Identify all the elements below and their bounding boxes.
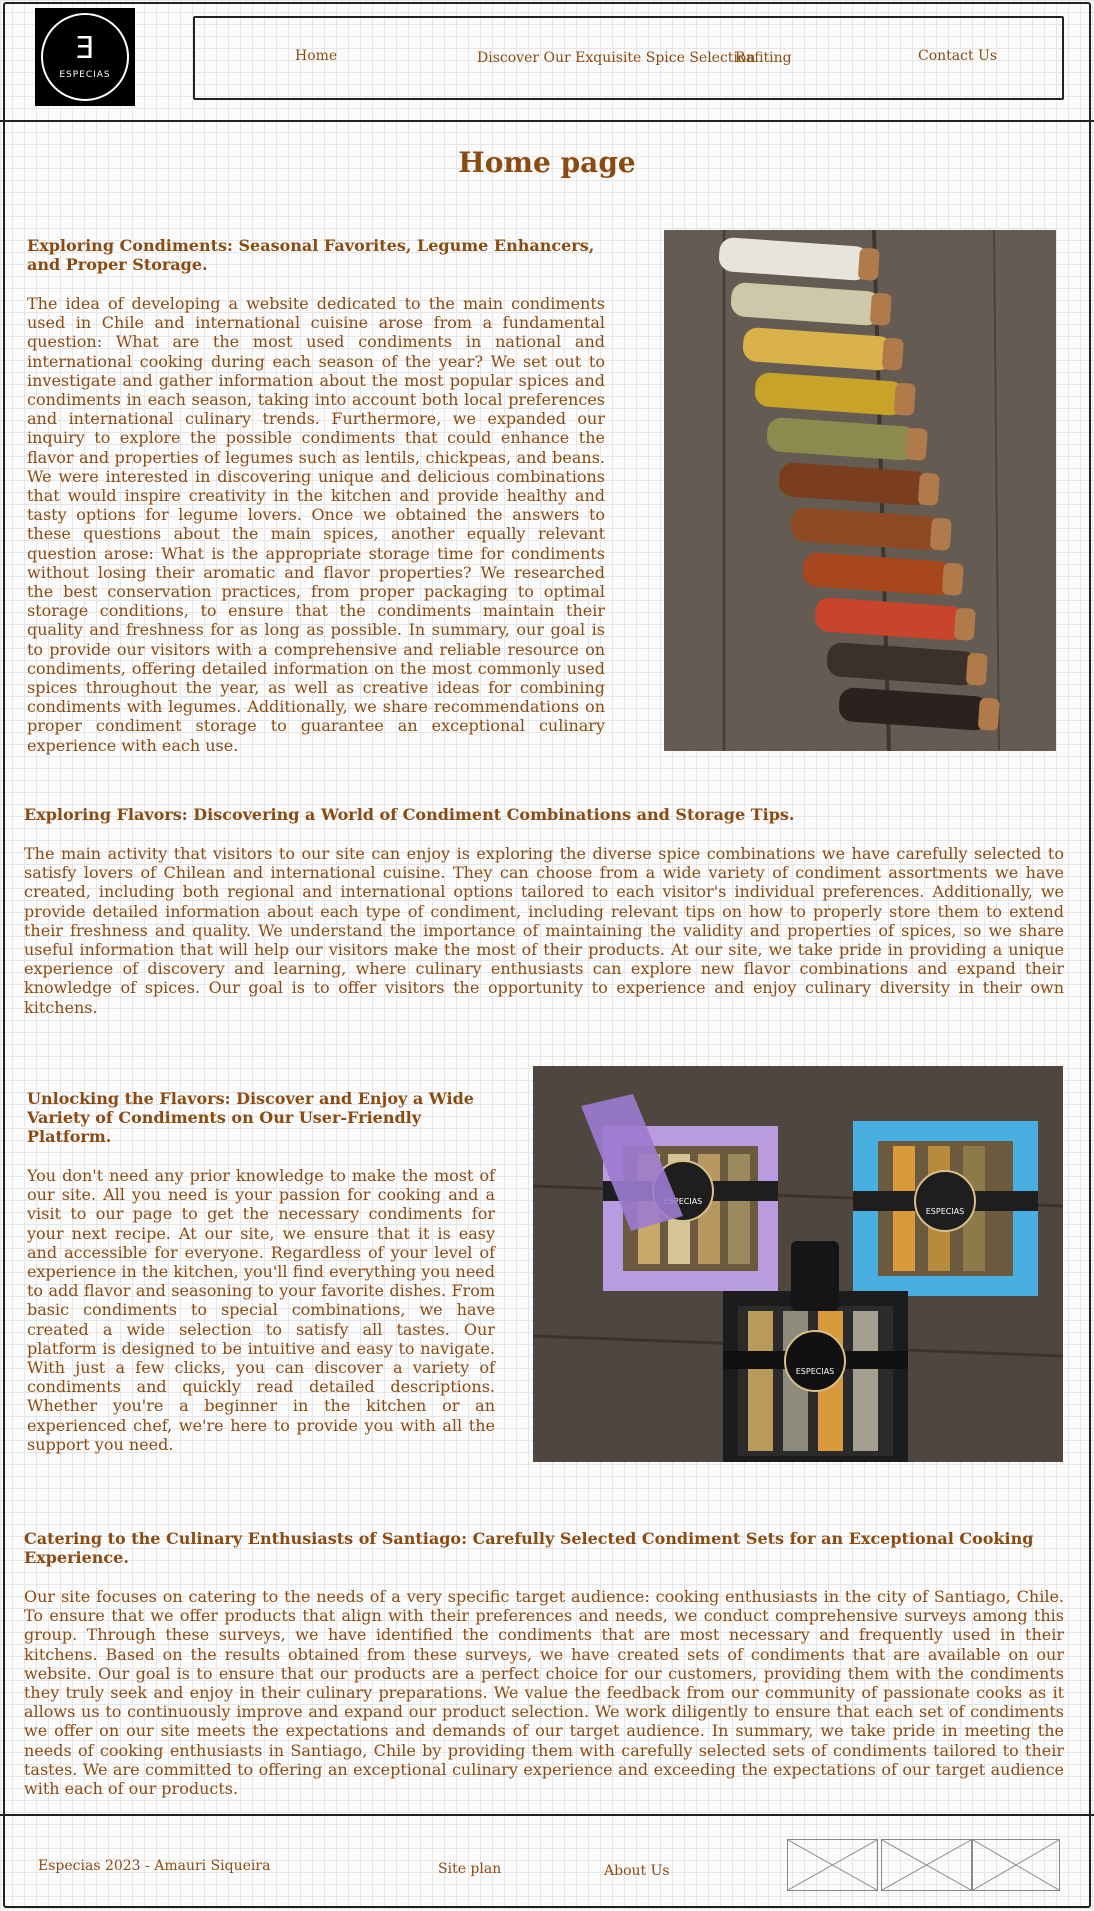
- footer-site-plan-link[interactable]: Site plan: [438, 1861, 501, 1877]
- footer-about-link[interactable]: About Us: [604, 1863, 670, 1879]
- section-body: The idea of developing a website dedicat…: [27, 294, 605, 755]
- section-flavors: Exploring Flavors: Discovering a World o…: [24, 805, 1064, 1017]
- site-header: Ǝ ESPECIAS Home Discover Our Exquisite S…: [0, 0, 1094, 122]
- main-nav: Home Discover Our Exquisite Spice Select…: [193, 16, 1064, 100]
- box-label-black: ESPECIAS: [796, 1367, 835, 1376]
- logo-mark-icon: Ǝ: [75, 31, 95, 66]
- nav-rafiting[interactable]: Rafiting: [735, 50, 792, 66]
- logo-text: ESPECIAS: [59, 70, 111, 80]
- social-image-placeholder-3[interactable]: [972, 1839, 1060, 1891]
- cork-stopper: [918, 472, 940, 506]
- social-image-placeholder-2[interactable]: [881, 1839, 972, 1891]
- cork-stopper: [870, 292, 892, 326]
- section-body: You don't need any prior knowledge to ma…: [27, 1166, 495, 1454]
- footer-copyright: Especias 2023 - Amauri Siqueira: [38, 1858, 271, 1874]
- section-condiments: Exploring Condiments: Seasonal Favorites…: [27, 236, 605, 755]
- cork-stopper: [894, 382, 916, 416]
- section-santiago: Catering to the Culinary Enthusiasts of …: [24, 1529, 1064, 1798]
- cork-stopper: [966, 652, 988, 686]
- cork-stopper: [882, 337, 904, 371]
- box-label-blue: ESPECIAS: [926, 1207, 965, 1216]
- cork-stopper: [906, 427, 928, 461]
- spice-gift-boxes-photo: ESPECIAS ESPECIAS ESPECIAS: [533, 1066, 1063, 1462]
- cork-stopper: [954, 607, 976, 641]
- section-title: Exploring Condiments: Seasonal Favorites…: [27, 236, 595, 274]
- section-title: Exploring Flavors: Discovering a World o…: [24, 805, 795, 824]
- section-platform: Unlocking the Flavors: Discover and Enjo…: [27, 1089, 495, 1454]
- section-title: Unlocking the Flavors: Discover and Enjo…: [27, 1089, 474, 1146]
- social-image-placeholder-1[interactable]: [787, 1839, 878, 1891]
- cork-stopper: [858, 247, 880, 281]
- cork-stopper: [978, 697, 1000, 731]
- site-logo[interactable]: Ǝ ESPECIAS: [35, 8, 135, 106]
- section-body: The main activity that visitors to our s…: [24, 844, 1064, 1017]
- nav-discover[interactable]: Discover Our Exquisite Spice Selection: [477, 50, 755, 66]
- section-body: Our site focuses on catering to the need…: [24, 1587, 1064, 1799]
- nav-home[interactable]: Home: [295, 48, 337, 64]
- cork-stopper: [930, 517, 952, 551]
- nav-contact[interactable]: Contact Us: [918, 48, 997, 64]
- cork-stopper: [942, 562, 964, 596]
- page-title: Home page: [458, 146, 636, 179]
- section-title: Catering to the Culinary Enthusiasts of …: [24, 1529, 1034, 1567]
- logo-ring: Ǝ ESPECIAS: [41, 13, 129, 101]
- spice-tubes-photo: [664, 230, 1056, 751]
